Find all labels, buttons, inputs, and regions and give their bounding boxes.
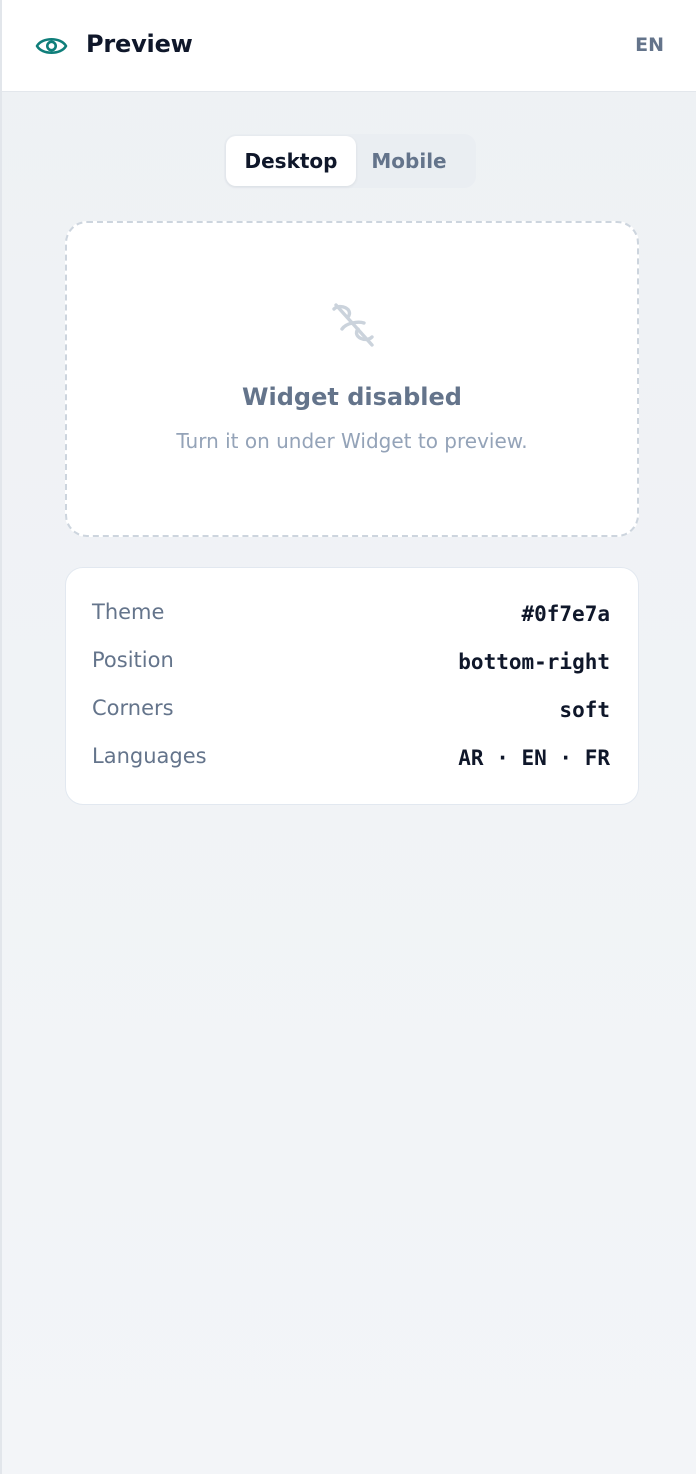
link-off-icon — [332, 303, 374, 347]
value-theme: #0f7e7a — [521, 602, 610, 626]
disabled-heading: Widget disabled — [242, 383, 462, 411]
settings-summary: Theme #0f7e7a Position bottom-right Corn… — [65, 567, 639, 805]
header-bar: Preview EN — [2, 0, 696, 92]
disabled-message: Turn it on under Widget to preview. — [176, 429, 528, 453]
row-theme: Theme #0f7e7a — [92, 600, 610, 630]
eye-icon — [35, 37, 68, 55]
preview-placeholder: Widget disabled Turn it on under Widget … — [65, 221, 639, 537]
tab-desktop[interactable]: Desktop — [226, 136, 356, 186]
label-corners: Corners — [92, 696, 174, 720]
label-languages: Languages — [92, 744, 207, 768]
value-corners: soft — [559, 698, 610, 722]
label-theme: Theme — [92, 600, 165, 624]
language-switcher[interactable]: EN — [635, 34, 664, 56]
label-position: Position — [92, 648, 174, 672]
row-languages: Languages AR · EN · FR — [92, 744, 610, 774]
value-position: bottom-right — [458, 650, 610, 674]
row-position: Position bottom-right — [92, 648, 610, 678]
view-toggle: Desktop Mobile — [224, 134, 476, 188]
value-languages: AR · EN · FR — [458, 746, 610, 770]
row-corners: Corners soft — [92, 696, 610, 726]
tab-mobile[interactable]: Mobile — [356, 136, 462, 186]
page-title: Preview — [86, 30, 193, 58]
